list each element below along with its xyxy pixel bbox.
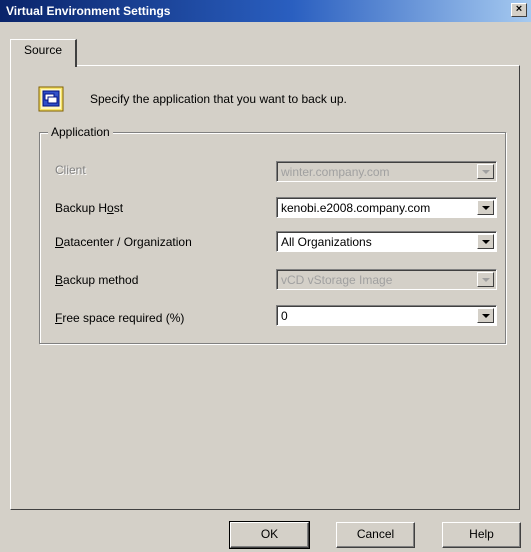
backup-host-label: Backup Host	[55, 201, 124, 215]
close-icon: ×	[515, 3, 523, 15]
help-button[interactable]: Help	[442, 522, 521, 548]
chevron-down-icon	[477, 272, 494, 287]
tab-source[interactable]: Source	[10, 39, 77, 67]
group-legend: Application	[48, 125, 113, 139]
free-space-combo[interactable]: 0	[276, 305, 497, 326]
backup-host-combo[interactable]: kenobi.e2008.company.com	[276, 197, 497, 218]
client-value: winter.company.com	[281, 165, 390, 179]
chevron-down-icon	[477, 308, 494, 323]
chevron-down-icon	[477, 164, 494, 179]
datacenter-label: Datacenter / Organization	[55, 235, 192, 249]
cancel-button[interactable]: Cancel	[336, 522, 415, 548]
free-space-label: Free space required (%)	[55, 311, 185, 325]
backup-method-combo[interactable]: vCD vStorage Image	[276, 269, 497, 290]
chevron-down-icon	[477, 200, 494, 215]
datacenter-value: All Organizations	[281, 235, 372, 249]
ok-button[interactable]: OK	[229, 521, 310, 549]
intro-text: Specify the application that you want to…	[90, 92, 347, 106]
backup-host-value: kenobi.e2008.company.com	[281, 201, 431, 215]
close-button[interactable]: ×	[511, 3, 527, 17]
backup-method-label: Backup method	[55, 273, 139, 287]
window-title: Virtual Environment Settings	[6, 4, 171, 18]
title-bar: Virtual Environment Settings ×	[0, 0, 531, 22]
chevron-down-icon	[477, 234, 494, 249]
client-combo[interactable]: winter.company.com	[276, 161, 497, 182]
application-window-icon	[38, 86, 64, 112]
tab-source-label: Source	[23, 43, 63, 57]
free-space-value: 0	[281, 309, 288, 323]
backup-method-value: vCD vStorage Image	[281, 273, 393, 287]
datacenter-combo[interactable]: All Organizations	[276, 231, 497, 252]
client-label: Client	[55, 163, 86, 177]
